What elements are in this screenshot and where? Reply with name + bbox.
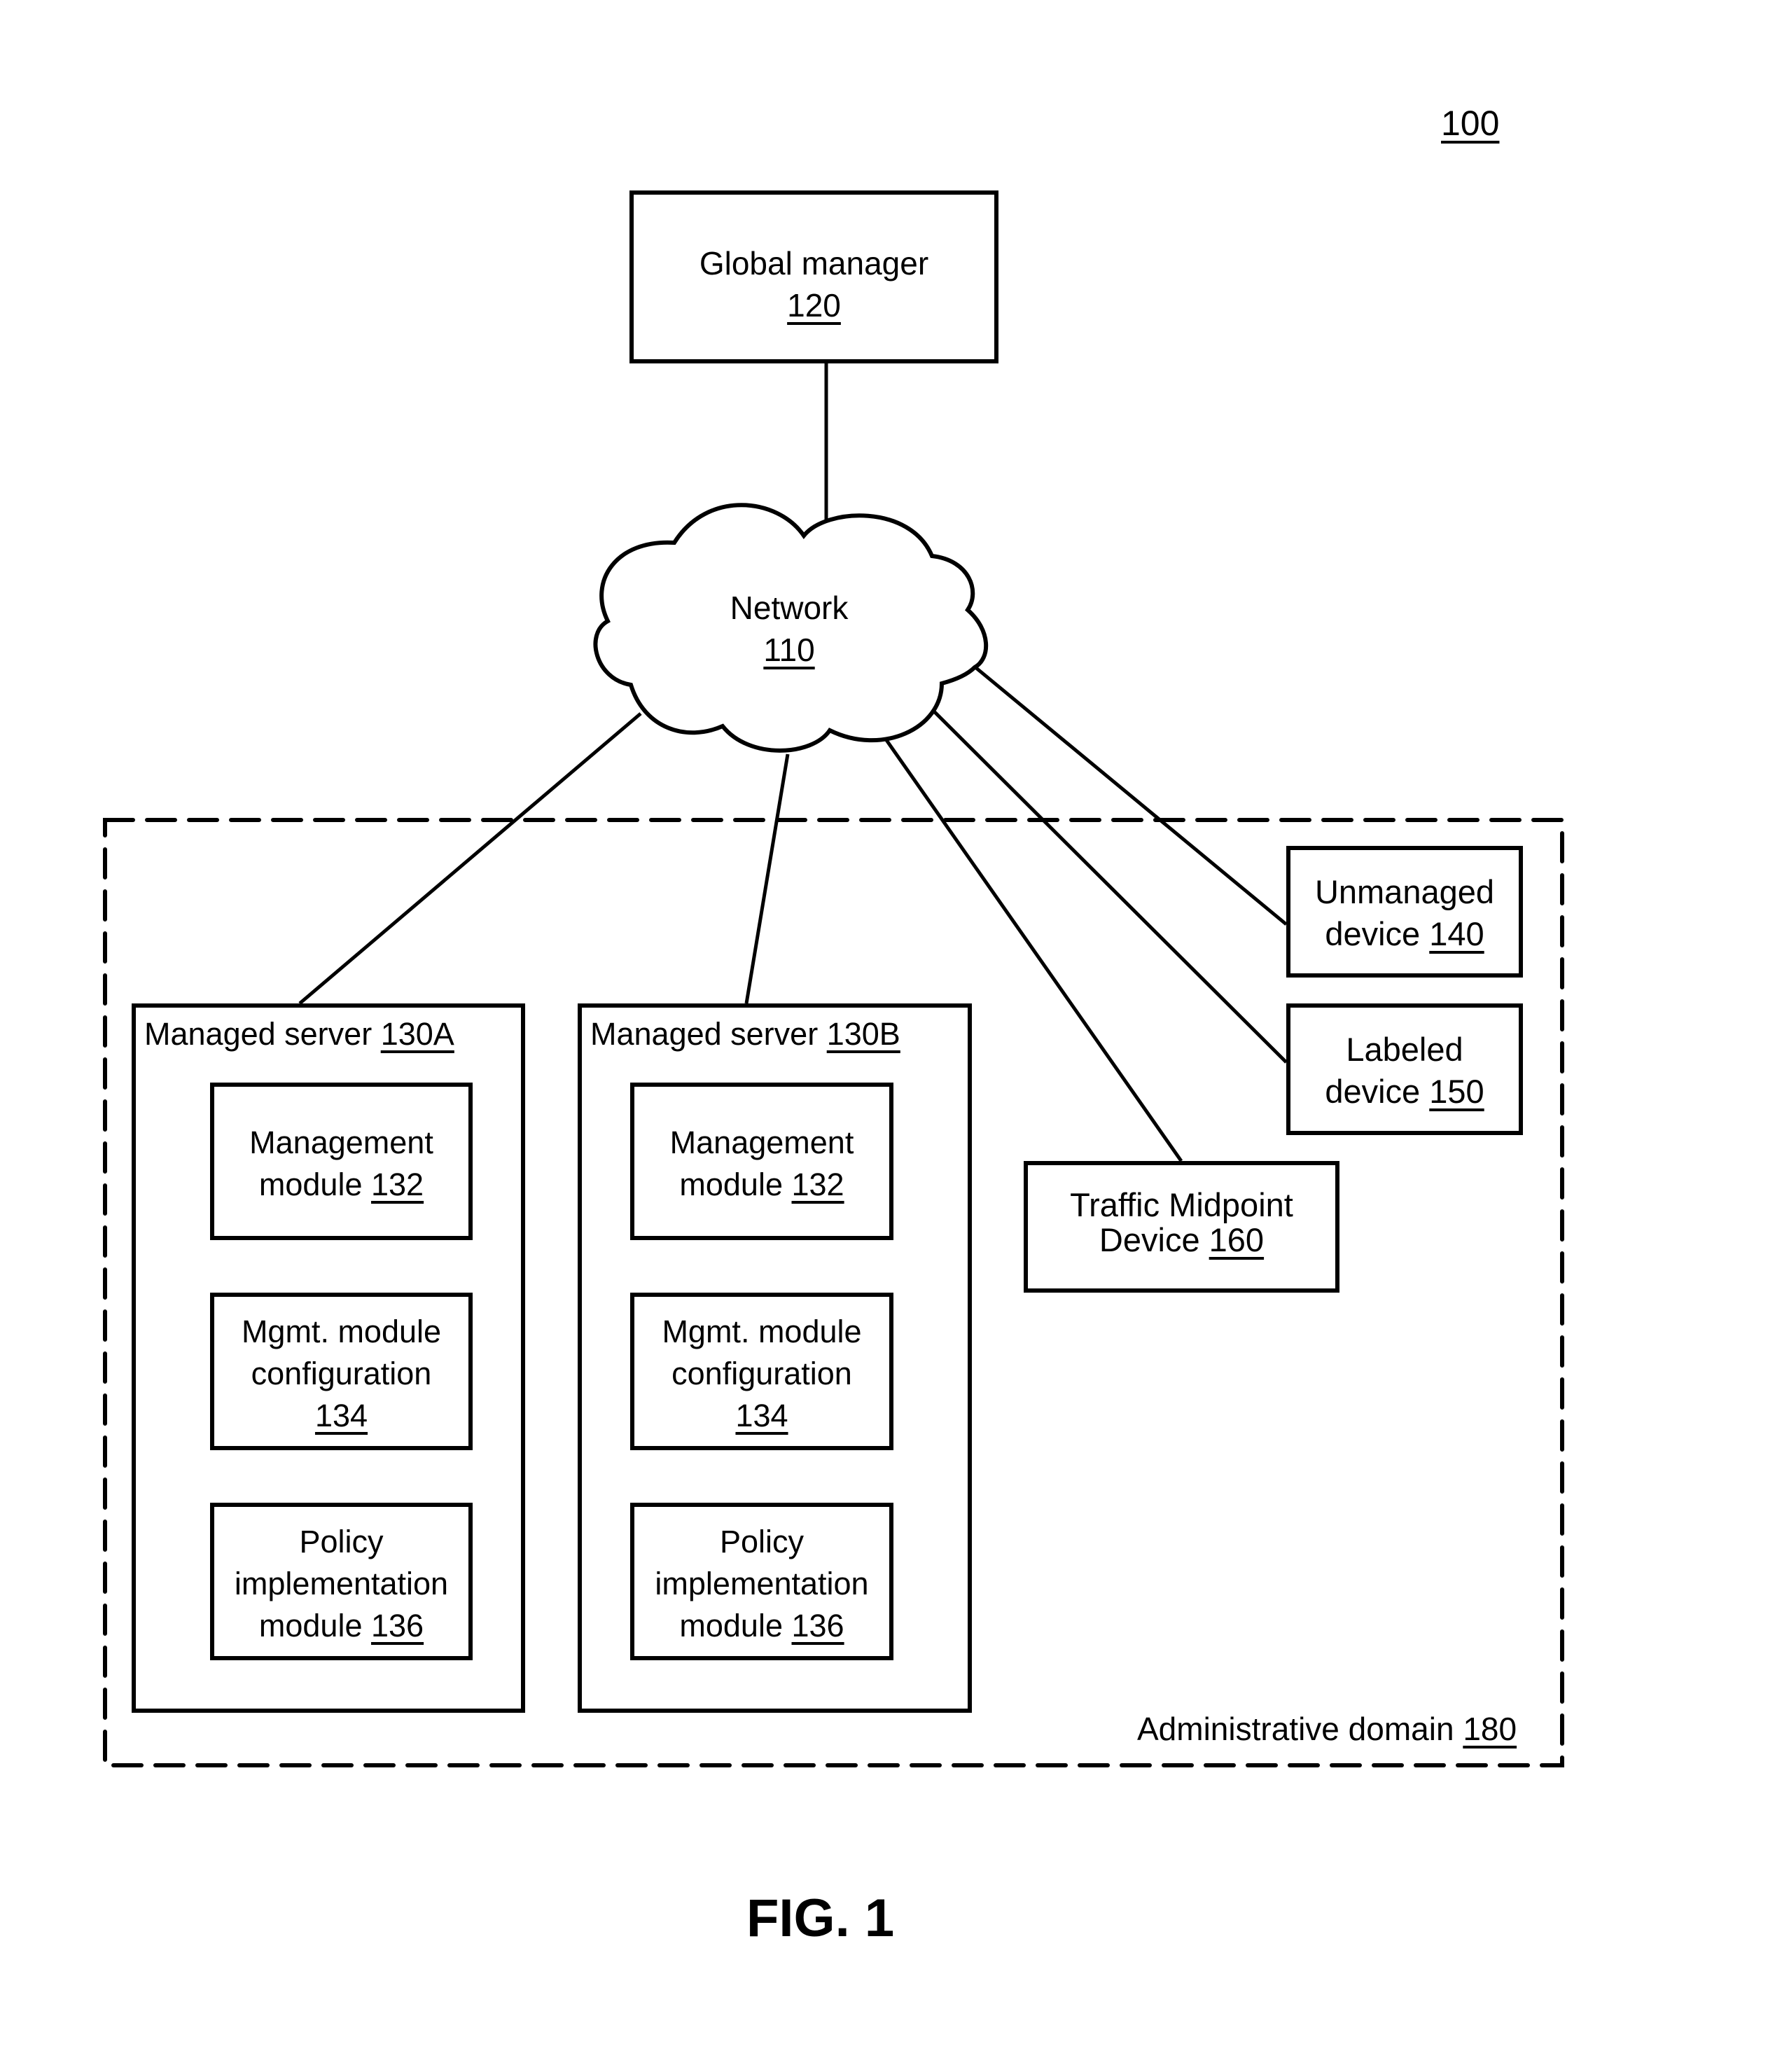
figure-reference-number: 100	[1441, 104, 1500, 143]
module-line: configuration	[671, 1356, 852, 1391]
global-manager-box[interactable]: Global manager 120	[629, 190, 998, 363]
module-ref: 132	[791, 1167, 844, 1202]
device-ref: 150	[1429, 1073, 1484, 1110]
module-line: implementation	[655, 1566, 869, 1601]
device-line: Device	[1099, 1221, 1200, 1258]
module-line: Policy	[719, 1524, 805, 1559]
figure-caption: FIG. 1	[746, 1889, 895, 1948]
connector-network-labeled-device	[932, 709, 1288, 1064]
domain-ref: 180	[1463, 1711, 1517, 1747]
module-line: Management	[669, 1125, 854, 1160]
module-line: Management	[249, 1125, 433, 1160]
global-manager-ref: 120	[787, 287, 841, 324]
connector-network-server-130a	[298, 712, 642, 1005]
global-manager-title: Global manager	[699, 245, 929, 281]
labeled-device-150[interactable]: Labeled device 150	[1286, 1003, 1523, 1135]
server-ref: 130B	[826, 1016, 900, 1052]
module-line: Policy	[299, 1524, 384, 1559]
device-line: Labeled	[1346, 1031, 1463, 1068]
traffic-midpoint-device-160[interactable]: Traffic Midpoint Device 160	[1024, 1161, 1339, 1293]
server-title: Managed server	[590, 1016, 819, 1052]
policy-implementation-module-136-b[interactable]: Policy implementation module 136	[630, 1503, 893, 1660]
module-line: module	[679, 1167, 783, 1202]
module-line: Mgmt. module	[662, 1314, 862, 1349]
module-ref: 136	[791, 1608, 844, 1643]
module-line: module	[258, 1608, 363, 1643]
policy-implementation-module-136-a[interactable]: Policy implementation module 136	[210, 1503, 473, 1660]
unmanaged-device-140[interactable]: Unmanaged device 140	[1286, 846, 1523, 978]
module-line: module	[258, 1167, 363, 1202]
connector-network-unmanaged-device	[974, 666, 1288, 926]
device-line: Unmanaged	[1314, 873, 1495, 910]
device-ref: 160	[1209, 1221, 1265, 1258]
network-title: Network	[730, 590, 849, 626]
module-line: implementation	[234, 1566, 449, 1601]
domain-title: Administrative domain	[1137, 1711, 1454, 1747]
network-label: Network 110	[719, 587, 859, 671]
management-module-132-a[interactable]: Management module 132	[210, 1083, 473, 1240]
server-title: Managed server	[144, 1016, 373, 1052]
mgmt-module-configuration-134-b[interactable]: Mgmt. module configuration 134	[630, 1293, 893, 1450]
device-line: Traffic Midpoint	[1070, 1186, 1293, 1223]
administrative-domain-label: Administrative domain 180	[1137, 1708, 1517, 1750]
server-ref: 130A	[380, 1016, 454, 1052]
module-ref: 134	[735, 1398, 788, 1433]
device-line: device	[1325, 1073, 1421, 1110]
network-ref: 110	[763, 632, 815, 668]
module-ref: 136	[371, 1608, 424, 1643]
device-ref: 140	[1429, 915, 1484, 952]
device-line: device	[1325, 915, 1421, 952]
module-line: configuration	[251, 1356, 432, 1391]
mgmt-module-configuration-134-a[interactable]: Mgmt. module configuration 134	[210, 1293, 473, 1450]
diagram-canvas: 100 Global manager 120 Network 110 Manag…	[0, 0, 1782, 2072]
module-ref: 134	[314, 1398, 368, 1433]
management-module-132-b[interactable]: Management module 132	[630, 1083, 893, 1240]
module-line: Mgmt. module	[241, 1314, 442, 1349]
module-line: module	[679, 1608, 783, 1643]
module-ref: 132	[371, 1167, 424, 1202]
connector-network-server-130b	[744, 753, 790, 1004]
